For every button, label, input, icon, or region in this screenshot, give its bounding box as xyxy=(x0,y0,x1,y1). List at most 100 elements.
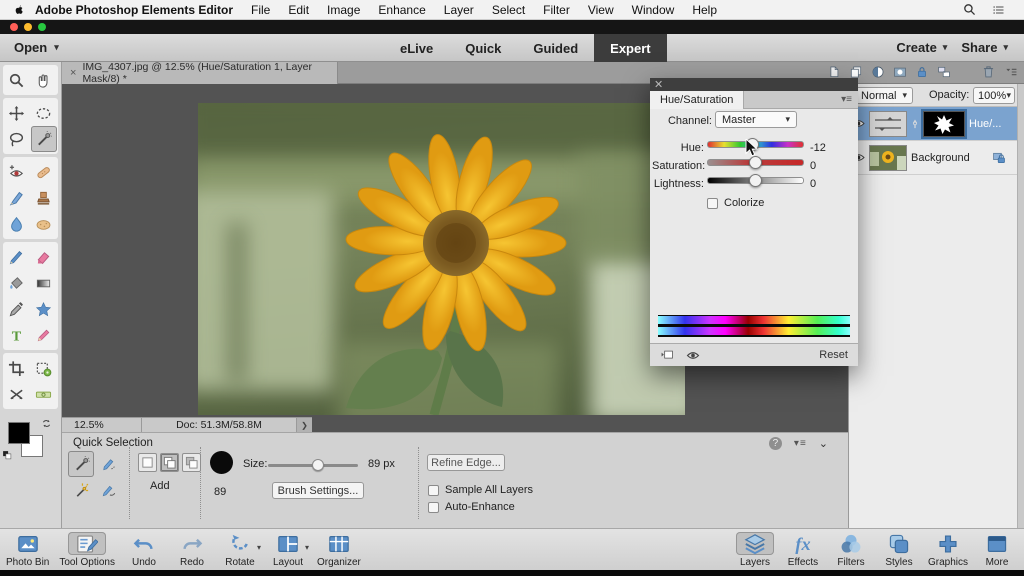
checkbox-box[interactable] xyxy=(428,501,439,513)
adjustment-layer-icon[interactable] xyxy=(871,65,885,79)
document-tab[interactable]: × IMG_4307.jpg @ 12.5% (Hue/Saturation 1… xyxy=(62,61,338,85)
saturation-slider[interactable] xyxy=(707,156,804,169)
marquee-tool[interactable] xyxy=(31,100,57,126)
menu-layer[interactable]: Layer xyxy=(444,3,474,17)
taskbar-organizer[interactable]: Organizer xyxy=(317,529,361,571)
checkbox-box[interactable] xyxy=(707,197,718,209)
new-layer-icon[interactable] xyxy=(827,65,841,79)
foreground-color-swatch[interactable] xyxy=(8,422,30,444)
panel-menu-icon[interactable]: ▾≡ xyxy=(794,438,807,449)
help-icon[interactable]: ? xyxy=(768,437,782,450)
panel-menu-icon[interactable] xyxy=(1004,65,1018,79)
sample-all-layers-checkbox[interactable]: Sample All Layers xyxy=(428,484,533,496)
create-button[interactable]: Create ▾ xyxy=(896,40,947,55)
clip-to-layer-icon[interactable] xyxy=(660,349,674,361)
default-colors-icon[interactable] xyxy=(2,450,12,460)
blur-tool[interactable] xyxy=(4,211,30,237)
refine-edge-button[interactable]: Refine Edge... xyxy=(427,454,505,471)
clone-stamp-tool[interactable] xyxy=(31,185,57,211)
copy-layer-icon[interactable] xyxy=(849,65,863,79)
selection-brush-icon-option[interactable] xyxy=(95,451,121,477)
close-document-icon[interactable]: × xyxy=(70,67,76,79)
dialog-tab[interactable]: Hue/Saturation xyxy=(650,91,745,109)
menu-enhance[interactable]: Enhance xyxy=(378,3,425,17)
content-move-tool[interactable] xyxy=(4,381,30,407)
panel-menu-icon[interactable]: ▾≡ xyxy=(841,94,852,105)
checkbox-box[interactable] xyxy=(428,484,439,496)
open-button[interactable]: Open ▾ xyxy=(0,34,73,61)
minimize-window-button[interactable] xyxy=(24,23,32,31)
dialog-title-bar[interactable]: ✕ xyxy=(650,78,858,91)
mode-tab-expert[interactable]: Expert xyxy=(594,34,667,62)
status-expand-button[interactable]: ❯ xyxy=(296,418,312,432)
subtract-selection-mode-button[interactable] xyxy=(182,453,201,472)
mode-tab-guided[interactable]: Guided xyxy=(517,34,594,62)
mode-tab-quick[interactable]: Quick xyxy=(449,34,517,62)
share-button[interactable]: Share ▾ xyxy=(961,40,1008,55)
link-layers-icon[interactable] xyxy=(937,65,951,79)
collapse-panel-icon[interactable]: ⌄ xyxy=(819,437,828,450)
taskbar-tool-options[interactable]: Tool Options xyxy=(59,529,115,571)
eyedropper-tool[interactable] xyxy=(4,296,30,322)
panel-scroll-edge[interactable] xyxy=(1017,84,1024,528)
eraser-tool[interactable] xyxy=(31,244,57,270)
colorize-checkbox[interactable]: Colorize xyxy=(707,197,764,209)
taskbar-layout[interactable]: ▾ Layout xyxy=(269,529,309,571)
sponge-tool[interactable] xyxy=(31,211,57,237)
opacity-select[interactable]: 100% ▾ xyxy=(973,87,1015,104)
menu-edit[interactable]: Edit xyxy=(288,3,309,17)
taskbar-effects[interactable]: fx Effects xyxy=(784,529,822,571)
type-tool[interactable]: T xyxy=(4,322,30,348)
paint-bucket-tool[interactable] xyxy=(4,270,30,296)
hue-slider[interactable] xyxy=(707,138,804,151)
taskbar-graphics[interactable]: Graphics xyxy=(928,529,968,571)
background-layer-thumbnail[interactable] xyxy=(869,144,907,171)
brush-tool[interactable] xyxy=(4,244,30,270)
auto-enhance-checkbox[interactable]: Auto-Enhance xyxy=(428,501,515,513)
smart-brush-tool[interactable] xyxy=(4,185,30,211)
menu-filter[interactable]: Filter xyxy=(543,3,570,17)
pencil-tool[interactable] xyxy=(31,322,57,348)
layer-row-adjustment[interactable]: Hue/... xyxy=(849,107,1018,141)
straighten-tool[interactable] xyxy=(31,381,57,407)
magic-wand-icon-option[interactable] xyxy=(68,477,94,503)
channel-select[interactable]: Master ▾ xyxy=(715,111,797,128)
maximize-window-button[interactable] xyxy=(38,23,46,31)
layer-mask-icon[interactable] xyxy=(893,65,907,79)
sunflower-photo[interactable] xyxy=(198,103,685,415)
swap-colors-icon[interactable] xyxy=(41,418,52,429)
menu-image[interactable]: Image xyxy=(327,3,360,17)
zoom-level[interactable]: 12.5% xyxy=(62,418,142,432)
gradient-tool[interactable] xyxy=(31,270,57,296)
taskbar-rotate[interactable]: ▾ Rotate xyxy=(221,529,261,571)
lightness-slider[interactable] xyxy=(707,174,804,187)
taskbar-filters[interactable]: Filters xyxy=(832,529,870,571)
menu-help[interactable]: Help xyxy=(692,3,717,17)
locked-layer-icon[interactable] xyxy=(992,151,1006,165)
search-icon[interactable] xyxy=(963,3,976,16)
hand-tool[interactable] xyxy=(31,67,57,93)
lock-icon[interactable] xyxy=(915,65,929,79)
mode-tab-elive[interactable]: eLive xyxy=(384,34,449,62)
taskbar-layers[interactable]: Layers xyxy=(735,529,774,571)
refine-brush-icon-option[interactable] xyxy=(95,477,121,503)
add-selection-mode-button[interactable] xyxy=(160,453,179,472)
quick-selection-tool-option[interactable] xyxy=(68,451,94,477)
crop-tool[interactable] xyxy=(4,355,30,381)
zoom-tool[interactable] xyxy=(4,67,30,93)
red-eye-tool[interactable] xyxy=(4,159,30,185)
spot-healing-tool[interactable] xyxy=(31,159,57,185)
preview-eye-icon[interactable] xyxy=(686,350,700,361)
taskbar-undo[interactable]: Undo xyxy=(125,529,163,571)
layer-row-background[interactable]: Background xyxy=(849,141,1018,175)
menu-file[interactable]: File xyxy=(251,3,270,17)
taskbar-more[interactable]: More xyxy=(978,529,1016,571)
size-slider[interactable] xyxy=(268,459,358,471)
close-window-button[interactable] xyxy=(10,23,18,31)
new-selection-mode-button[interactable] xyxy=(138,453,157,472)
taskbar-styles[interactable]: Styles xyxy=(880,529,918,571)
layer-mask-thumbnail[interactable] xyxy=(921,108,967,139)
adjustment-layer-thumbnail[interactable] xyxy=(869,110,907,137)
taskbar-redo[interactable]: Redo xyxy=(173,529,211,571)
menu-window[interactable]: Window xyxy=(632,3,675,17)
